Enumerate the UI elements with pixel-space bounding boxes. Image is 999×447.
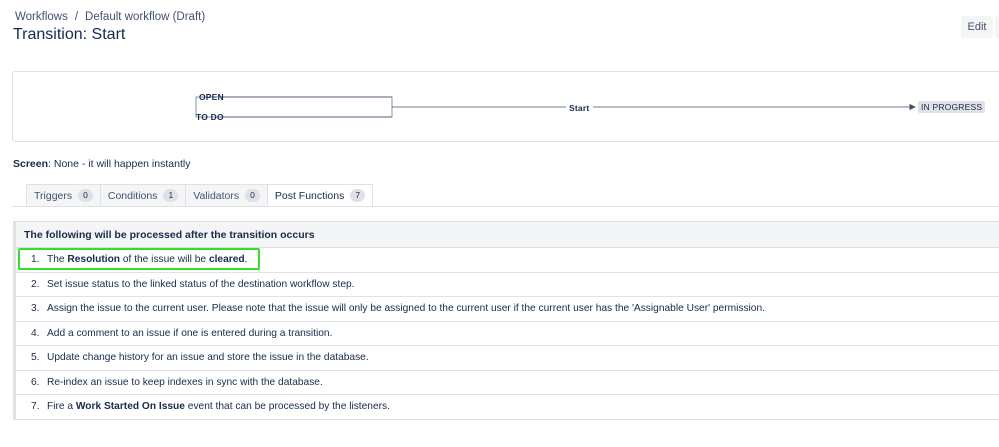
- post-function-row: 6. Re-index an issue to keep indexes in …: [16, 371, 999, 395]
- transition-diagram-lines: [195, 96, 916, 118]
- row-text: Update change history for an issue and s…: [47, 352, 369, 364]
- post-function-row: 2. Set issue status to the linked status…: [16, 273, 999, 297]
- transition-diagram: OPEN TO DO Start IN PROGRESS: [12, 71, 999, 142]
- screen-label: Screen: [13, 158, 49, 170]
- row-number: 1.: [31, 254, 40, 266]
- count-badge: 0: [245, 189, 260, 202]
- breadcrumb-link-workflows[interactable]: Workflows: [15, 11, 68, 23]
- transition-tabs: Triggers 0 Conditions 1 Validators 0 Pos…: [26, 184, 374, 207]
- row-number: 5.: [31, 352, 40, 364]
- post-functions-table: The following will be processed after th…: [13, 221, 999, 420]
- more-actions-button[interactable]: [995, 16, 999, 38]
- tabs-divider: [12, 206, 999, 207]
- row-number: 2.: [31, 278, 40, 290]
- count-badge: 1: [163, 189, 179, 202]
- breadcrumb: Workflows / Default workflow (Draft): [15, 11, 205, 23]
- row-text: Set issue status to the linked status of…: [47, 278, 355, 290]
- from-status-group-box: [195, 96, 393, 118]
- post-function-row: 4. Add a comment to an issue if one is e…: [16, 322, 999, 346]
- status-open: OPEN: [199, 92, 224, 102]
- row-number: 4.: [31, 327, 40, 339]
- row-text: Re-index an issue to keep indexes in syn…: [47, 376, 323, 388]
- row-number: 3.: [31, 303, 40, 315]
- breadcrumb-separator: /: [74, 11, 79, 23]
- tab-post-functions[interactable]: Post Functions 7: [266, 184, 374, 207]
- tab-label: Post Functions: [274, 189, 345, 202]
- tab-label: Conditions: [107, 189, 158, 202]
- screen-info: Screen: None - it will happen instantly: [13, 158, 190, 170]
- row-number: 6.: [31, 376, 40, 388]
- post-functions-header: The following will be processed after th…: [16, 221, 999, 248]
- tab-label: Triggers: [34, 189, 73, 202]
- count-badge: 0: [78, 189, 93, 202]
- tab-conditions[interactable]: Conditions 1: [99, 184, 186, 207]
- transition-name: Start: [569, 103, 590, 113]
- edit-button[interactable]: Edit: [961, 16, 993, 38]
- tab-label: Validators: [193, 189, 240, 202]
- post-function-row: 3. Assign the issue to the current user.…: [16, 297, 999, 322]
- post-function-row: 1. The Resolution of the issue will be c…: [16, 248, 999, 273]
- status-in-progress: IN PROGRESS: [918, 101, 986, 113]
- breadcrumb-link-default-workflow[interactable]: Default workflow (Draft): [85, 11, 205, 23]
- count-badge: 7: [350, 189, 366, 202]
- row-text: Fire a Work Started On Issue event that …: [47, 401, 390, 413]
- page-title: Transition: Start: [13, 26, 126, 43]
- row-text: Add a comment to an issue if one is ente…: [47, 327, 333, 339]
- screen-value: : None - it will happen instantly: [48, 158, 191, 170]
- row-number: 7.: [31, 401, 40, 413]
- tab-triggers[interactable]: Triggers 0: [26, 184, 100, 207]
- post-function-row: 7. Fire a Work Started On Issue event th…: [16, 395, 999, 420]
- post-function-row: 5. Update change history for an issue an…: [16, 346, 999, 371]
- row-text: The Resolution of the issue will be clea…: [47, 254, 248, 266]
- row-text: Assign the issue to the current user. Pl…: [47, 303, 765, 315]
- status-todo: TO DO: [196, 112, 224, 122]
- tab-validators[interactable]: Validators 0: [185, 184, 267, 207]
